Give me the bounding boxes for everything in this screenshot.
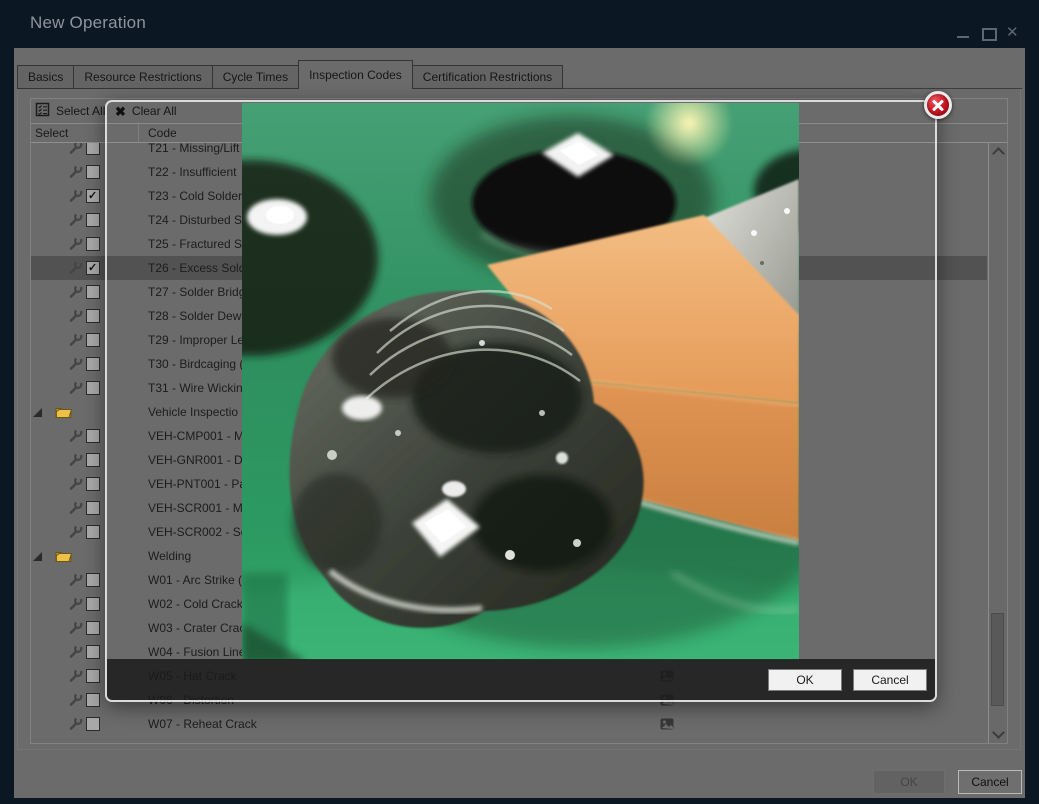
row-checkbox[interactable] bbox=[86, 453, 100, 467]
row-checkbox[interactable] bbox=[86, 597, 100, 611]
row-checkbox[interactable] bbox=[86, 285, 100, 299]
select-all-label: Select All bbox=[56, 104, 105, 118]
wrench-icon bbox=[68, 332, 83, 350]
tab-label: Basics bbox=[28, 70, 63, 84]
minimize-icon[interactable] bbox=[957, 36, 969, 38]
maximize-icon[interactable] bbox=[982, 28, 997, 41]
wrench-icon bbox=[68, 500, 83, 518]
wrench-icon bbox=[68, 428, 83, 446]
expander-icon[interactable] bbox=[33, 552, 42, 561]
tab-basics[interactable]: Basics bbox=[17, 65, 73, 89]
wrench-icon bbox=[68, 143, 83, 158]
row-checkbox[interactable] bbox=[86, 381, 100, 395]
expander-icon[interactable] bbox=[33, 408, 42, 417]
folder-icon bbox=[55, 549, 72, 565]
row-checkbox[interactable] bbox=[86, 525, 100, 539]
inspection-photo bbox=[242, 103, 799, 660]
ok-button[interactable]: OK bbox=[873, 770, 945, 794]
row-checkbox[interactable] bbox=[86, 333, 100, 347]
row-checkbox[interactable] bbox=[86, 189, 100, 203]
wrench-icon bbox=[68, 620, 83, 638]
tab-label: Inspection Codes bbox=[309, 68, 402, 82]
titlebar: New Operation ✕ bbox=[0, 0, 1039, 48]
wrench-icon bbox=[68, 356, 83, 374]
row-checkbox[interactable] bbox=[86, 429, 100, 443]
row-checkbox[interactable] bbox=[86, 237, 100, 251]
image-preview-popup: OK Cancel bbox=[105, 100, 937, 702]
row-checkbox[interactable] bbox=[86, 693, 100, 707]
tab-label: Resource Restrictions bbox=[84, 70, 201, 84]
row-checkbox[interactable] bbox=[86, 717, 100, 731]
app-window: New Operation ✕ Basics Resource Restricti… bbox=[0, 0, 1039, 804]
window-title: New Operation bbox=[30, 13, 146, 33]
photo-icon[interactable] bbox=[660, 718, 674, 733]
wrench-icon bbox=[68, 668, 83, 686]
tab-inspection-codes[interactable]: Inspection Codes bbox=[298, 60, 413, 89]
tab-label: Certification Restrictions bbox=[423, 70, 552, 84]
select-all-icon bbox=[35, 102, 50, 120]
popup-cancel-button[interactable]: Cancel bbox=[853, 669, 927, 691]
row-checkbox[interactable] bbox=[86, 143, 100, 155]
popup-footer-bar: OK Cancel bbox=[107, 659, 935, 700]
row-checkbox[interactable] bbox=[86, 669, 100, 683]
wrench-icon bbox=[68, 284, 83, 302]
wrench-icon bbox=[68, 260, 83, 278]
wrench-icon bbox=[68, 524, 83, 542]
wrench-icon bbox=[68, 716, 83, 734]
row-checkbox[interactable] bbox=[86, 213, 100, 227]
tab-bar: Basics Resource Restrictions Cycle Times In… bbox=[17, 60, 563, 89]
row-checkbox[interactable] bbox=[86, 477, 100, 491]
wrench-icon bbox=[68, 188, 83, 206]
row-checkbox[interactable] bbox=[86, 309, 100, 323]
vertical-scrollbar[interactable] bbox=[988, 143, 1007, 743]
folder-icon bbox=[55, 405, 72, 421]
wrench-icon bbox=[68, 236, 83, 254]
column-header-select[interactable]: Select bbox=[35, 126, 68, 140]
wrench-icon bbox=[68, 308, 83, 326]
wrench-icon bbox=[68, 692, 83, 710]
row-checkbox[interactable] bbox=[86, 501, 100, 515]
tab-cycle-times[interactable]: Cycle Times bbox=[212, 65, 298, 89]
table-row[interactable]: W07 - Reheat Crack bbox=[31, 712, 987, 736]
cancel-button[interactable]: Cancel bbox=[958, 770, 1022, 794]
tab-resource-restrictions[interactable]: Resource Restrictions bbox=[73, 65, 211, 89]
row-checkbox[interactable] bbox=[86, 165, 100, 179]
tab-label: Cycle Times bbox=[223, 70, 288, 84]
tab-certification-restrictions[interactable]: Certification Restrictions bbox=[413, 65, 563, 89]
scrollbar-thumb[interactable] bbox=[991, 613, 1004, 706]
select-all-button[interactable]: Select All bbox=[35, 101, 105, 121]
row-checkbox[interactable] bbox=[86, 645, 100, 659]
row-checkbox[interactable] bbox=[86, 357, 100, 371]
wrench-icon bbox=[68, 476, 83, 494]
wrench-icon bbox=[68, 644, 83, 662]
scroll-up-icon[interactable] bbox=[992, 147, 1005, 160]
scroll-down-icon[interactable] bbox=[992, 726, 1005, 739]
popup-close-icon[interactable] bbox=[924, 91, 952, 119]
popup-ok-button[interactable]: OK bbox=[768, 669, 842, 691]
wrench-icon bbox=[68, 596, 83, 614]
wrench-icon bbox=[68, 212, 83, 230]
row-checkbox[interactable] bbox=[86, 621, 100, 635]
close-icon[interactable]: ✕ bbox=[1006, 25, 1019, 41]
wrench-icon bbox=[68, 380, 83, 398]
row-checkbox[interactable] bbox=[86, 573, 100, 587]
wrench-icon bbox=[68, 164, 83, 182]
row-label: W07 - Reheat Crack bbox=[148, 712, 257, 736]
wrench-icon bbox=[68, 572, 83, 590]
wrench-icon bbox=[68, 452, 83, 470]
row-checkbox[interactable] bbox=[86, 261, 100, 275]
